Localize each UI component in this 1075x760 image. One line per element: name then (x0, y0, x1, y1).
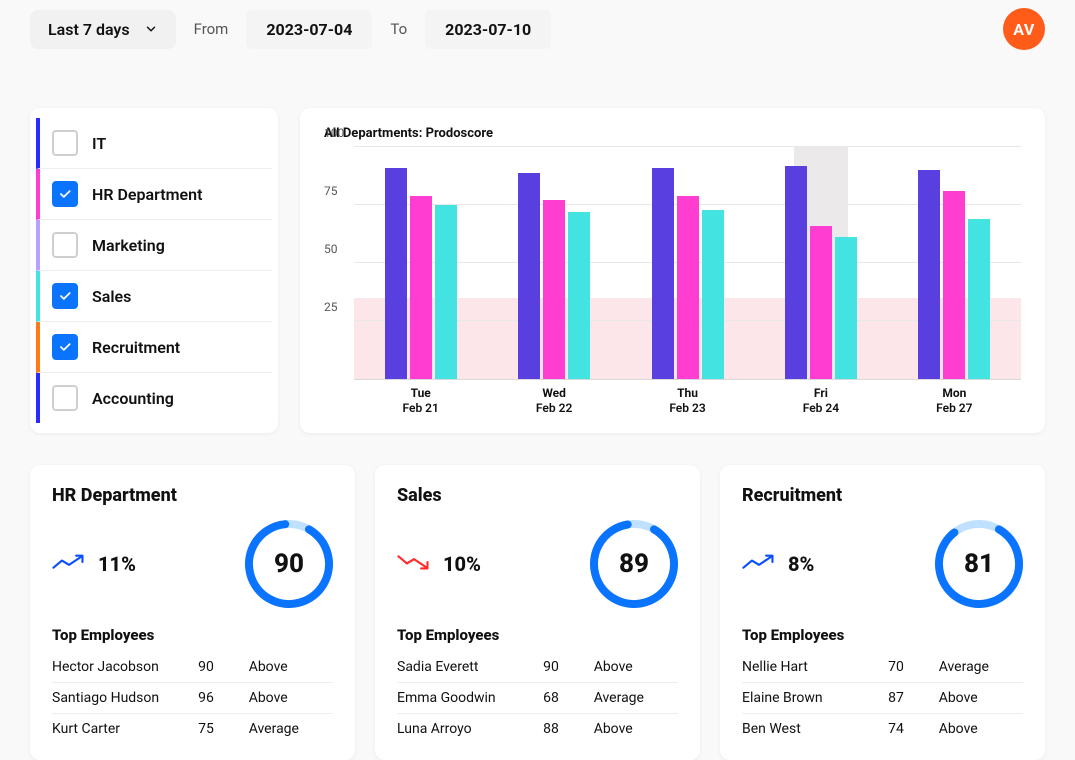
employee-row: Sadia Everett90Above (397, 652, 678, 683)
department-name: Accounting (92, 389, 174, 408)
trend: 10% (397, 551, 481, 577)
bar (568, 212, 590, 379)
employee-row: Emma Goodwin68Average (397, 683, 678, 714)
score-card-hr-department: HR Department 11% 90 Top Employees Hector Ja… (30, 465, 355, 760)
top-employees-label: Top Employees (52, 626, 333, 644)
date-range-label: Last 7 days (48, 20, 130, 39)
bar (785, 166, 807, 379)
employee-row: Santiago Hudson96Above (52, 683, 333, 714)
trend: 11% (52, 551, 136, 577)
score-card-recruitment: Recruitment 8% 81 Top Employees Nellie Hart7… (720, 465, 1045, 760)
checkbox[interactable] (52, 232, 78, 258)
bar (410, 196, 432, 379)
department-filter-panel: IT HR Department Marketing Sales Recruitment… (30, 108, 278, 433)
score-gauge: 90 (245, 520, 333, 608)
trend-down-icon (397, 551, 431, 577)
department-filter-it[interactable]: IT (36, 118, 272, 169)
score-card-sales: Sales 10% 89 Top Employees Sadia Everett90Ab… (375, 465, 700, 760)
score-value: 90 (245, 520, 333, 608)
chart-panel: All Departments: Prodoscore 255075100 Tu… (300, 108, 1045, 433)
to-label: To (390, 20, 407, 38)
top-employees-label: Top Employees (397, 626, 678, 644)
x-axis-label: FriFeb 24 (754, 386, 887, 416)
card-title: HR Department (52, 485, 333, 506)
employee-row: Kurt Carter75Average (52, 714, 333, 745)
score-gauge: 89 (590, 520, 678, 608)
checkbox[interactable] (52, 130, 78, 156)
checkbox[interactable] (52, 283, 78, 309)
date-range-dropdown[interactable]: Last 7 days (30, 10, 176, 49)
chart-title: All Departments: Prodoscore (324, 126, 1021, 141)
score-gauge: 81 (935, 520, 1023, 608)
department-filter-marketing[interactable]: Marketing (36, 220, 272, 271)
employee-row: Luna Arroyo88Above (397, 714, 678, 745)
trend-value: 10% (443, 552, 481, 576)
card-title: Recruitment (742, 485, 1023, 506)
bar (385, 168, 407, 379)
employee-row: Ben West74Above (742, 714, 1023, 745)
bar (968, 219, 990, 379)
department-filter-hr-department[interactable]: HR Department (36, 169, 272, 220)
score-value: 89 (590, 520, 678, 608)
to-date-input[interactable]: 2023-07-10 (425, 10, 551, 49)
chevron-down-icon (144, 22, 158, 36)
score-value: 81 (935, 520, 1023, 608)
trend-value: 8% (788, 552, 814, 576)
top-employees-label: Top Employees (742, 626, 1023, 644)
department-name: Recruitment (92, 338, 180, 357)
bar-chart: 255075100 (354, 147, 1021, 380)
bar (702, 210, 724, 379)
trend: 8% (742, 551, 814, 577)
bar (435, 205, 457, 379)
department-name: Sales (92, 287, 131, 306)
bar (810, 226, 832, 379)
trend-up-icon (742, 551, 776, 577)
employee-row: Hector Jacobson90Above (52, 652, 333, 683)
checkbox[interactable] (52, 334, 78, 360)
top-employees-table: Hector Jacobson90AboveSantiago Hudson96A… (52, 652, 333, 744)
department-name: HR Department (92, 185, 202, 204)
top-employees-table: Sadia Everett90AboveEmma Goodwin68Averag… (397, 652, 678, 744)
bar (652, 168, 674, 379)
avatar[interactable]: AV (1003, 8, 1045, 50)
bar (918, 170, 940, 379)
x-axis-label: TueFeb 21 (354, 386, 487, 416)
department-filter-sales[interactable]: Sales (36, 271, 272, 322)
department-name: IT (92, 134, 106, 153)
card-title: Sales (397, 485, 678, 506)
employee-row: Nellie Hart70Average (742, 652, 1023, 683)
trend-value: 11% (98, 552, 136, 576)
department-filter-accounting[interactable]: Accounting (36, 373, 272, 423)
department-filter-recruitment[interactable]: Recruitment (36, 322, 272, 373)
department-name: Marketing (92, 236, 165, 255)
x-axis-label: WedFeb 22 (487, 386, 620, 416)
bar (518, 173, 540, 379)
bar (835, 237, 857, 379)
from-label: From (194, 20, 229, 38)
top-employees-table: Nellie Hart70AverageElaine Brown87AboveB… (742, 652, 1023, 744)
checkbox[interactable] (52, 181, 78, 207)
x-axis-label: MonFeb 27 (888, 386, 1021, 416)
employee-row: Elaine Brown87Above (742, 683, 1023, 714)
bar (677, 196, 699, 379)
checkbox[interactable] (52, 385, 78, 411)
x-axis-label: ThuFeb 23 (621, 386, 754, 416)
bar (943, 191, 965, 379)
trend-up-icon (52, 551, 86, 577)
bar (543, 200, 565, 379)
from-date-input[interactable]: 2023-07-04 (246, 10, 372, 49)
